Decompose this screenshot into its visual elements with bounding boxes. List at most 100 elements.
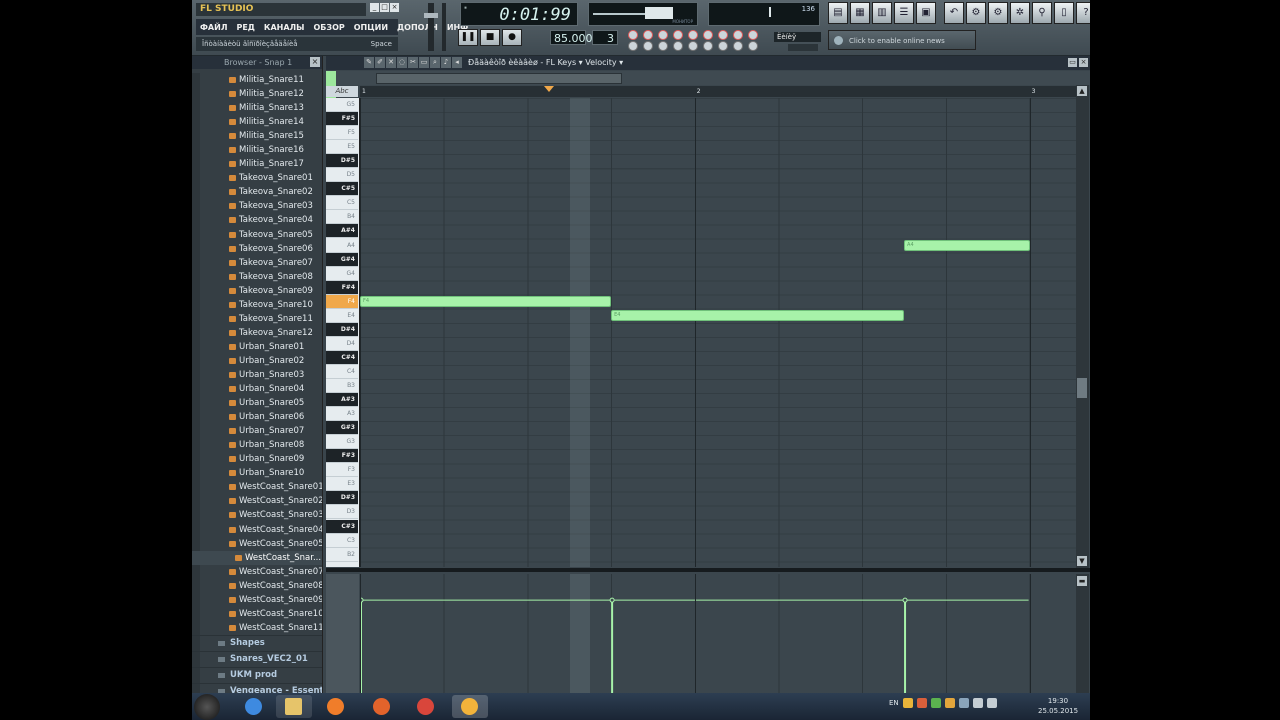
piano-key[interactable]: E3: [326, 477, 358, 492]
piano-key[interactable]: B2: [326, 548, 358, 562]
piano-key[interactable]: C4: [326, 365, 358, 379]
render-icon[interactable]: ⚙: [988, 2, 1008, 24]
piano-key[interactable]: F#3: [326, 449, 358, 464]
minimize-icon[interactable]: _: [370, 3, 379, 12]
taskbar-fl-studio[interactable]: [452, 695, 488, 718]
save-icon[interactable]: ⚙: [966, 2, 986, 24]
browser-item[interactable]: Takeova_Snare09: [192, 284, 322, 298]
tempo-display[interactable]: 85.000: [550, 30, 593, 45]
undo-icon[interactable]: ↶: [944, 2, 964, 24]
tray-app-icon[interactable]: [902, 698, 913, 708]
piano-key[interactable]: C#5: [326, 182, 358, 197]
piano-key[interactable]: G#3: [326, 421, 358, 436]
browser-item[interactable]: Urban_Snare02: [192, 354, 322, 368]
option-toggle-icon[interactable]: [703, 30, 713, 40]
piano-key[interactable]: G4: [326, 267, 358, 281]
mixer-icon[interactable]: ☰: [894, 2, 914, 24]
piano-key[interactable]: A#3: [326, 393, 358, 408]
pattern-selector[interactable]: 3: [592, 30, 618, 45]
taskbar-firefox[interactable]: [364, 695, 400, 718]
tray-app-icon[interactable]: [930, 698, 941, 708]
option-toggle-icon[interactable]: [748, 41, 758, 51]
option-toggle-icon[interactable]: [703, 41, 713, 51]
piano-key[interactable]: F#4: [326, 280, 358, 295]
option-toggle-icon[interactable]: [673, 41, 683, 51]
option-toggle-icon[interactable]: [688, 41, 698, 51]
browser-item[interactable]: Militia_Snare11: [192, 73, 322, 87]
option-toggle-icon[interactable]: [658, 41, 668, 51]
piano-key[interactable]: G#4: [326, 252, 358, 267]
browser-item[interactable]: Takeova_Snare05: [192, 228, 322, 242]
piano-key[interactable]: D3: [326, 505, 358, 520]
stop-button[interactable]: ■: [480, 29, 500, 46]
piano-key[interactable]: E5: [326, 140, 358, 155]
browser-item[interactable]: Militia_Snare15: [192, 129, 322, 143]
browser-item[interactable]: Takeova_Snare03: [192, 199, 322, 213]
browser-item[interactable]: Urban_Snare08: [192, 438, 322, 452]
system-clock[interactable]: 19:30 25.05.2015: [1038, 696, 1078, 716]
option-toggle-icon[interactable]: [733, 41, 743, 51]
browser-item[interactable]: Urban_Snare04: [192, 382, 322, 396]
piano-key[interactable]: G5: [326, 98, 358, 113]
option-toggle-icon[interactable]: [643, 30, 653, 40]
piano-key[interactable]: C3: [326, 534, 358, 548]
piano-keyboard[interactable]: G5 F#5 F5 E5 D#5 D5 C#5 C5 B4 A#4 A4 G#4 G4 F#4 F4 E4 D#…: [326, 98, 360, 567]
piano-key[interactable]: F4: [326, 294, 358, 309]
menu-edit[interactable]: РЕД: [236, 23, 254, 32]
browser-item[interactable]: WestCoast_Snare05: [192, 537, 322, 551]
scroll-up-icon[interactable]: ▲: [1077, 86, 1087, 96]
browser-folder[interactable]: UKM prod: [192, 666, 322, 683]
file-icon[interactable]: ▯: [1054, 2, 1074, 24]
piano-key[interactable]: F3: [326, 463, 358, 478]
horizontal-scrollbar[interactable]: [376, 73, 622, 84]
instrument-name[interactable]: FL Keys: [546, 58, 576, 67]
piano-key[interactable]: D5: [326, 168, 358, 183]
option-toggle-icon[interactable]: [658, 30, 668, 40]
close-icon[interactable]: ×: [310, 57, 320, 67]
vertical-scrollbar[interactable]: ▲ ▼: [1076, 85, 1089, 568]
option-toggle-icon[interactable]: [643, 41, 653, 51]
master-pitch-slider[interactable]: [442, 3, 446, 51]
note[interactable]: F4: [360, 296, 612, 308]
browser-item[interactable]: Urban_Snare06: [192, 410, 322, 424]
browser-item[interactable]: WestCoast_Snare04: [192, 523, 322, 537]
piano-key[interactable]: F5: [326, 126, 358, 141]
browser-item[interactable]: Takeova_Snare04: [192, 213, 322, 227]
pencil-icon[interactable]: ✎: [364, 57, 374, 68]
browser-item[interactable]: Takeova_Snare06: [192, 242, 322, 256]
browser-item[interactable]: Urban_Snare05: [192, 396, 322, 410]
scroll-down-icon[interactable]: ▼: [1077, 556, 1087, 566]
menu-options[interactable]: ОПЦИИ: [354, 23, 388, 32]
browser-item[interactable]: Takeova_Snare07: [192, 256, 322, 270]
record-button[interactable]: ●: [502, 29, 522, 46]
collapse-icon[interactable]: ▬: [1077, 576, 1087, 586]
menu-channels[interactable]: КАНАЛЫ: [264, 23, 305, 32]
piano-key[interactable]: A4: [326, 239, 358, 253]
browser-item[interactable]: Takeova_Snare12: [192, 326, 322, 340]
piano-key[interactable]: D4: [326, 337, 358, 351]
start-button[interactable]: [194, 694, 220, 720]
brush-icon[interactable]: ✐: [375, 57, 385, 68]
browser-item[interactable]: Takeova_Snare02: [192, 185, 322, 199]
browser-folder[interactable]: Snares_VEC2_01: [192, 650, 322, 667]
scroll-thumb[interactable]: [1077, 378, 1087, 398]
event-target[interactable]: Velocity: [585, 58, 616, 67]
browser-item[interactable]: Urban_Snare10: [192, 466, 322, 480]
tray-app-icon[interactable]: [916, 698, 927, 708]
piano-key[interactable]: B3: [326, 379, 358, 394]
tray-app-icon[interactable]: [944, 698, 955, 708]
song-position-display[interactable]: ▪ 0:01:99: [460, 2, 578, 26]
maximize-icon[interactable]: □: [380, 3, 389, 12]
playback-icon[interactable]: ♪: [441, 57, 451, 68]
browser-item[interactable]: Takeova_Snare08: [192, 270, 322, 284]
piano-key[interactable]: A3: [326, 407, 358, 422]
piano-key[interactable]: C#4: [326, 350, 358, 365]
taskbar-media-player[interactable]: [318, 695, 354, 718]
browser-item[interactable]: WestCoast_Snare03: [192, 508, 322, 522]
language-indicator[interactable]: EN: [889, 699, 899, 707]
piano-key[interactable]: D#4: [326, 322, 358, 337]
browser-item[interactable]: Urban_Snare01: [192, 340, 322, 354]
browser-item[interactable]: Urban_Snare03: [192, 368, 322, 382]
piano-key[interactable]: G3: [326, 435, 358, 450]
plugin-icon[interactable]: ▣: [916, 2, 936, 24]
